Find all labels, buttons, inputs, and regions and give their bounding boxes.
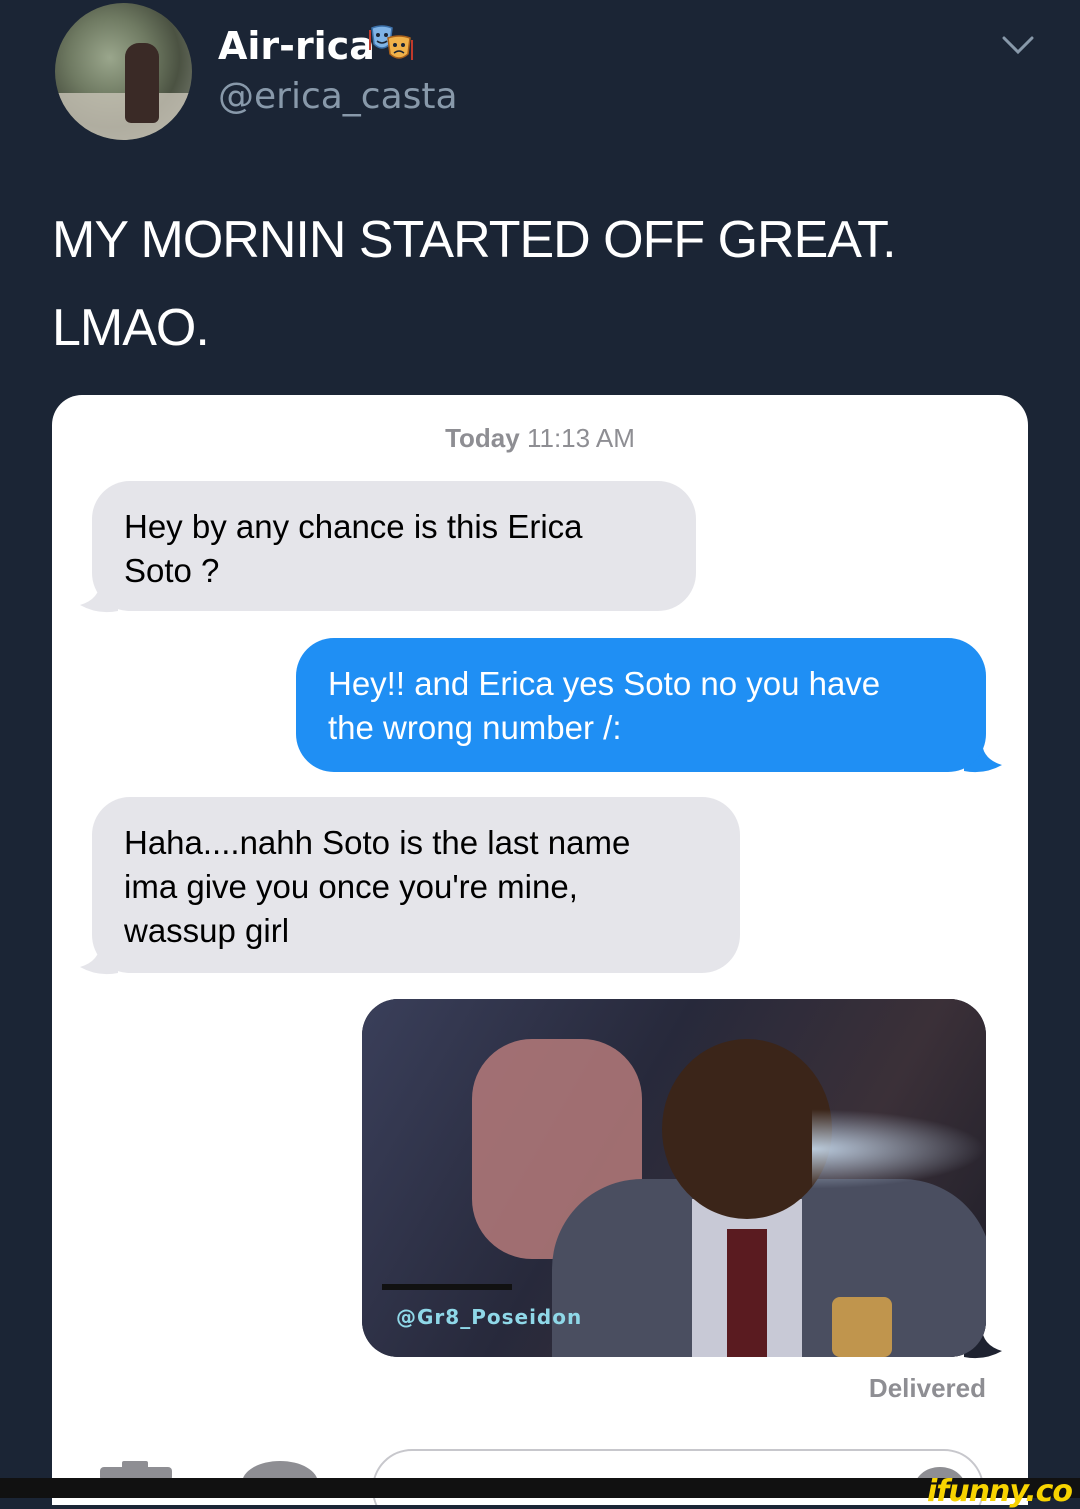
chevron-down-icon[interactable] bbox=[1000, 34, 1036, 58]
gif-watermark: @Gr8_Poseidon bbox=[396, 1305, 583, 1329]
display-name[interactable]: Air-rica bbox=[218, 24, 375, 68]
ifunny-watermark: ifunny.co bbox=[927, 1474, 1073, 1509]
tweet-text-line: MY MORNIN STARTED OFF GREAT. bbox=[52, 211, 897, 269]
message-line: wassup girl bbox=[124, 912, 290, 949]
avatar-background bbox=[55, 93, 192, 140]
message-line: the wrong number /: bbox=[328, 709, 622, 746]
incoming-message-bubble[interactable]: Haha....nahh Soto is the last name ima g… bbox=[92, 797, 740, 973]
timestamp-time: 11:13 AM bbox=[526, 423, 635, 453]
tweet-text: MY MORNIN STARTED OFF GREAT. LMAO. bbox=[52, 196, 1032, 372]
avatar[interactable] bbox=[55, 3, 192, 140]
message-line: Hey!! and Erica yes Soto no you have bbox=[328, 665, 881, 702]
tweet-text-line: LMAO. bbox=[52, 299, 210, 357]
avatar-person bbox=[125, 43, 159, 123]
gif-glass bbox=[832, 1297, 892, 1357]
watermark-bar bbox=[0, 1478, 1080, 1498]
message-timestamp: Today 11:13 AM bbox=[52, 423, 1028, 454]
user-handle[interactable]: @erica_casta bbox=[218, 76, 458, 117]
outgoing-message-bubble[interactable]: Hey!! and Erica yes Soto no you have the… bbox=[296, 638, 986, 772]
message-line: Hey by any chance is this Erica bbox=[124, 508, 583, 545]
message-line: ima give you once you're mine, bbox=[124, 868, 578, 905]
incoming-message-bubble[interactable]: Hey by any chance is this Erica Soto ? bbox=[92, 481, 696, 611]
camera-icon[interactable] bbox=[96, 1459, 176, 1479]
gif-message[interactable]: @Gr8_Poseidon bbox=[362, 999, 986, 1357]
imessage-screenshot: Today 11:13 AM Hey by any chance is this… bbox=[52, 395, 1028, 1505]
gif-man-head bbox=[662, 1039, 832, 1219]
timestamp-day: Today bbox=[445, 423, 520, 453]
gif-stage-rail bbox=[382, 1284, 512, 1290]
gif-tie bbox=[727, 1229, 767, 1357]
performing-arts-masks-icon bbox=[369, 25, 413, 60]
tweet-header: Air-rica @erica_casta bbox=[0, 0, 1080, 160]
message-line: Soto ? bbox=[124, 552, 220, 589]
delivered-status: Delivered bbox=[868, 1373, 986, 1403]
gif-spit-take bbox=[812, 1109, 986, 1189]
message-line: Haha....nahh Soto is the last name bbox=[124, 824, 631, 861]
